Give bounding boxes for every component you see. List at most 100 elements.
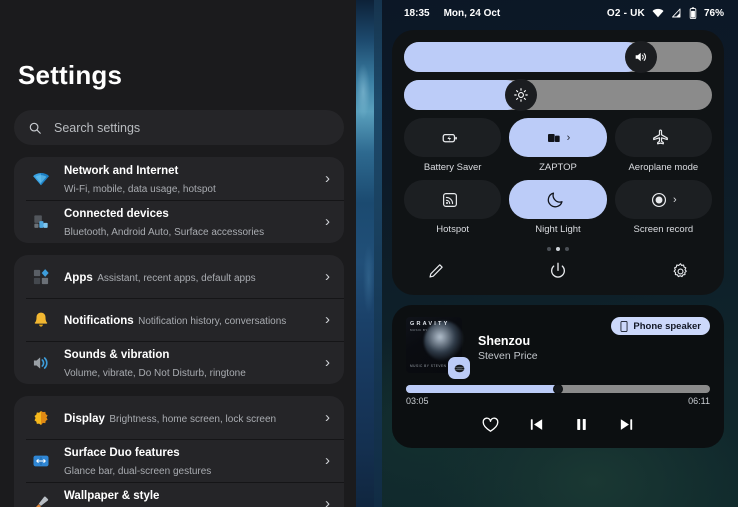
media-elapsed-time: 03:05 — [406, 396, 429, 406]
album-art-glow — [424, 321, 464, 361]
page-dot[interactable] — [547, 247, 551, 251]
sidebar-item-label: Display — [64, 413, 105, 425]
dual-screen-device: Settings Search settings — [0, 0, 738, 507]
search-icon — [28, 121, 42, 135]
power-icon[interactable] — [548, 261, 568, 281]
volume-icon — [633, 49, 649, 65]
status-time: 18:35 — [404, 8, 430, 19]
phone-speaker-icon — [620, 321, 628, 332]
sidebar-item-network-and-internet[interactable]: Network and Internet Wi-Fi, mobile, data… — [14, 157, 344, 200]
volume-slider-knob[interactable] — [625, 41, 657, 73]
output-device-chip[interactable]: Phone speaker — [611, 317, 710, 335]
sidebar-item-sublabel: Volume, vibrate, Do Not Disturb, rington… — [64, 368, 246, 379]
tile-night-light[interactable] — [509, 180, 606, 219]
tile-label: ZAPTOP — [509, 162, 606, 173]
brightness-icon — [513, 87, 529, 103]
sidebar-item-notifications[interactable]: Notifications Notification history, conv… — [14, 298, 344, 341]
settings-group-network: Network and Internet Wi-Fi, mobile, data… — [14, 157, 344, 243]
favourite-heart-icon[interactable] — [481, 415, 500, 434]
sidebar-item-connected-devices[interactable]: Connected devices Bluetooth, Android Aut… — [14, 200, 344, 243]
row-text: Apps Assistant, recent apps, default app… — [56, 268, 325, 286]
status-carrier: O2 - UK — [607, 8, 645, 19]
tile-zaptop[interactable]: › — [509, 118, 606, 157]
tile-hotspot[interactable] — [404, 180, 501, 219]
album-art-title: GRAVITY — [410, 321, 449, 327]
aeroplane-icon — [651, 128, 670, 147]
moon-icon — [546, 190, 565, 209]
tile-cell-zaptop: › ZAPTOP — [509, 118, 606, 173]
volume-slider[interactable] — [404, 42, 712, 72]
sidebar-item-sounds-and-vibration[interactable]: Sounds & vibration Volume, vibrate, Do N… — [14, 341, 344, 384]
media-seek-bar[interactable] — [406, 385, 710, 393]
tile-screen-record[interactable]: › — [615, 180, 712, 219]
quick-settings-footer — [404, 251, 712, 281]
sidebar-item-surface-duo-features[interactable]: Surface Duo features Glance bar, dual-sc… — [14, 439, 344, 482]
media-player-card: Phone speaker GRAVITY MUSIC BY MUSIC BY … — [392, 305, 724, 448]
sidebar-item-label: Sounds & vibration — [64, 349, 169, 361]
tile-cell-battery-saver: Battery Saver — [404, 118, 501, 173]
cast-device-icon — [546, 130, 562, 146]
row-text: Notifications Notification history, conv… — [56, 311, 325, 329]
sidebar-item-label: Surface Duo features — [64, 447, 180, 459]
settings-group-apps: Apps Assistant, recent apps, default app… — [14, 255, 344, 384]
search-placeholder: Search settings — [54, 121, 140, 135]
row-text: Wallpaper & style Surface wallpapers, Bi… — [56, 486, 325, 507]
row-text: Surface Duo features Glance bar, dual-sc… — [56, 443, 325, 479]
sidebar-item-label: Wallpaper & style — [64, 490, 159, 502]
media-seek-fill — [406, 385, 558, 393]
media-total-duration: 06:11 — [688, 396, 710, 406]
brightness-slider[interactable] — [404, 80, 712, 110]
media-artist-name: Steven Price — [478, 349, 710, 364]
chevron-right-icon: › — [325, 170, 334, 187]
sidebar-item-display[interactable]: Display Brightness, home screen, lock sc… — [14, 396, 344, 439]
page-dot[interactable] — [565, 247, 569, 251]
connected-devices-icon — [26, 212, 56, 232]
sidebar-item-sublabel: Brightness, home screen, lock screen — [109, 414, 276, 425]
sidebar-item-sublabel: Notification history, conversations — [138, 316, 286, 327]
tile-label: Aeroplane mode — [615, 162, 712, 173]
sidebar-item-sublabel: Assistant, recent apps, default apps — [97, 273, 255, 284]
media-seek-knob[interactable] — [553, 384, 563, 394]
chevron-right-icon: › — [325, 354, 334, 371]
pause-icon[interactable] — [573, 416, 590, 433]
tile-label: Night Light — [509, 224, 606, 235]
brightness-slider-fill — [404, 80, 521, 110]
media-app-badge-icon — [448, 357, 470, 379]
notifications-bell-icon — [26, 310, 56, 330]
chevron-right-icon: › — [325, 213, 334, 230]
search-input[interactable]: Search settings — [14, 110, 344, 145]
tile-label: Battery Saver — [404, 162, 501, 173]
next-track-icon[interactable] — [618, 416, 635, 433]
status-date: Mon, 24 Oct — [444, 8, 501, 19]
settings-gear-icon[interactable] — [671, 262, 690, 281]
tile-cell-night-light: Night Light — [509, 180, 606, 235]
page-dot-active[interactable] — [556, 247, 560, 251]
battery-saver-icon — [441, 129, 459, 147]
sidebar-item-label: Notifications — [64, 315, 134, 327]
media-transport-controls — [406, 415, 710, 434]
sidebar-item-label: Apps — [64, 272, 93, 284]
record-icon — [650, 191, 668, 209]
chevron-right-icon: › — [325, 452, 334, 469]
sound-speaker-icon — [26, 353, 56, 373]
sidebar-item-label: Network and Internet — [64, 165, 178, 177]
cellular-signal-icon — [671, 8, 682, 18]
tile-chevron: › — [673, 194, 677, 206]
quick-settings-tiles: Battery Saver › ZAPTOP — [404, 118, 712, 235]
tile-aeroplane-mode[interactable] — [615, 118, 712, 157]
display-brightness-icon — [26, 408, 56, 428]
edit-pencil-icon[interactable] — [426, 262, 445, 281]
page-title: Settings — [0, 0, 358, 88]
row-text: Connected devices Bluetooth, Android Aut… — [56, 204, 325, 240]
sidebar-item-apps[interactable]: Apps Assistant, recent apps, default app… — [14, 255, 344, 298]
hotspot-icon — [441, 191, 459, 209]
chevron-right-icon: › — [325, 311, 334, 328]
sidebar-item-sublabel: Wi-Fi, mobile, data usage, hotspot — [64, 184, 216, 195]
previous-track-icon[interactable] — [528, 416, 545, 433]
settings-group-display: Display Brightness, home screen, lock sc… — [14, 396, 344, 507]
surface-duo-icon — [26, 451, 56, 471]
brightness-slider-knob[interactable] — [505, 79, 537, 111]
sidebar-item-sublabel: Bluetooth, Android Auto, Surface accesso… — [64, 227, 264, 238]
sidebar-item-wallpaper-and-style[interactable]: Wallpaper & style Surface wallpapers, Bi… — [14, 482, 344, 507]
tile-battery-saver[interactable] — [404, 118, 501, 157]
